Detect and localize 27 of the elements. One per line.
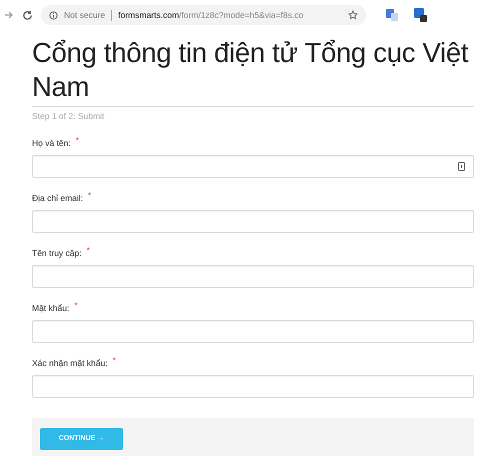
required-mark: * xyxy=(112,356,116,365)
page-title: Cổng thông tin điện tử Tổng cục Việt Nam xyxy=(32,36,474,107)
url-text[interactable]: formsmarts.com/form/1z8c?mode=h5&via=f8s.co xyxy=(118,8,304,22)
info-icon[interactable] xyxy=(49,10,58,20)
address-bar[interactable]: Not secure formsmarts.com/form/1z8c?mode=h5&via=f8s.co xyxy=(41,5,366,25)
input-field[interactable] xyxy=(32,264,474,288)
required-mark: * xyxy=(74,302,78,310)
field-label: Họ và tên: xyxy=(32,136,71,150)
required-mark: * xyxy=(86,246,90,255)
step-text: Step 1 of 2: Submit xyxy=(32,110,106,123)
reload-icon[interactable] xyxy=(22,10,33,20)
forward-icon[interactable] xyxy=(4,10,14,20)
security-label: Not secure xyxy=(64,8,106,22)
autofill-icon[interactable] xyxy=(458,162,465,171)
input-field[interactable] xyxy=(32,374,474,398)
input-field[interactable] xyxy=(32,210,474,233)
extension-icon[interactable] xyxy=(414,8,427,22)
required-mark: * xyxy=(88,192,92,200)
input-field[interactable] xyxy=(32,154,474,178)
input-field[interactable] xyxy=(32,320,474,343)
field-label: Tên truy cập: xyxy=(32,246,82,260)
translate-icon[interactable] xyxy=(386,9,398,21)
field-label: Mật khẩu: xyxy=(32,302,70,314)
field-label: Xác nhận mật khẩu: xyxy=(32,356,108,370)
star-icon[interactable] xyxy=(348,10,358,20)
field-label: Địa chỉ email: xyxy=(32,192,84,204)
required-mark: * xyxy=(76,136,79,145)
